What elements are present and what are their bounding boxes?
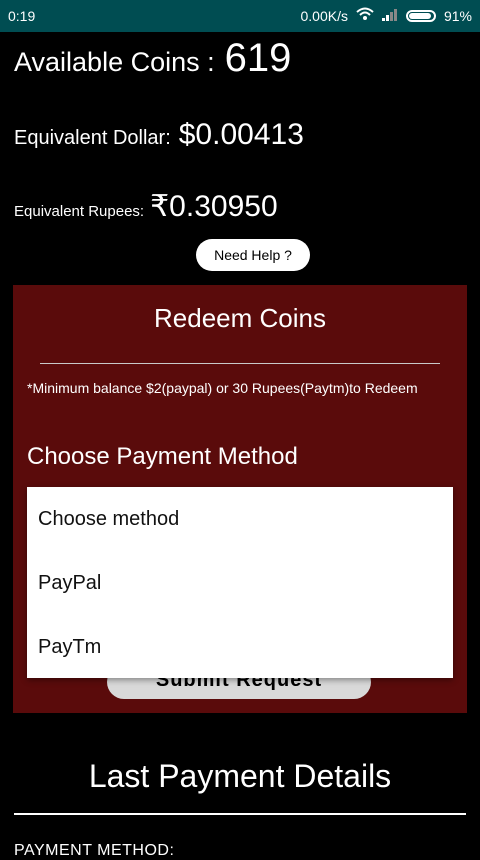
dropdown-option-paypal[interactable]: PayPal <box>27 551 453 615</box>
dollar-value: $0.00413 <box>178 118 304 151</box>
equivalent-dollar-row: Equivalent Dollar: $0.00413 <box>14 118 304 152</box>
dollar-label: Equivalent Dollar: <box>14 127 171 149</box>
payment-method-label: PAYMENT METHOD: <box>14 842 175 859</box>
coins-value: 619 <box>224 36 292 80</box>
payment-method-dropdown[interactable]: Choose method PayPal PayTm <box>27 487 453 678</box>
battery-percent: 91% <box>443 7 472 24</box>
status-time: 0:19 <box>8 8 36 24</box>
redeem-title: Redeem Coins <box>154 303 326 333</box>
redeem-divider <box>40 363 440 364</box>
wifi-icon <box>356 7 374 24</box>
equivalent-rupees-row: Equivalent Rupees: ₹0.30950 <box>14 189 278 224</box>
need-help-button[interactable]: Need Help ? <box>196 239 310 271</box>
last-payment-title: Last Payment Details <box>88 758 392 794</box>
rupee-label: Equivalent Rupees: <box>14 203 145 220</box>
status-right: 0.00K/s 91% <box>300 7 472 24</box>
last-payment-divider <box>14 813 466 815</box>
battery-icon <box>405 9 436 22</box>
coins-label: Available Coins : <box>14 47 215 77</box>
signal-icon <box>381 8 398 24</box>
network-speed: 0.00K/s <box>300 7 348 24</box>
dropdown-option-paytm[interactable]: PayTm <box>27 615 453 679</box>
choose-payment-method-label: Choose Payment Method <box>27 443 298 470</box>
status-bar: 0:19 0.00K/s 91% <box>0 0 480 32</box>
dropdown-option-choose-method[interactable]: Choose method <box>27 487 453 551</box>
minimum-balance-note: *Minimum balance $2(paypal) or 30 Rupees… <box>27 380 418 396</box>
rupee-value: ₹0.30950 <box>150 190 278 223</box>
available-coins-row: Available Coins : 619 <box>14 36 291 81</box>
